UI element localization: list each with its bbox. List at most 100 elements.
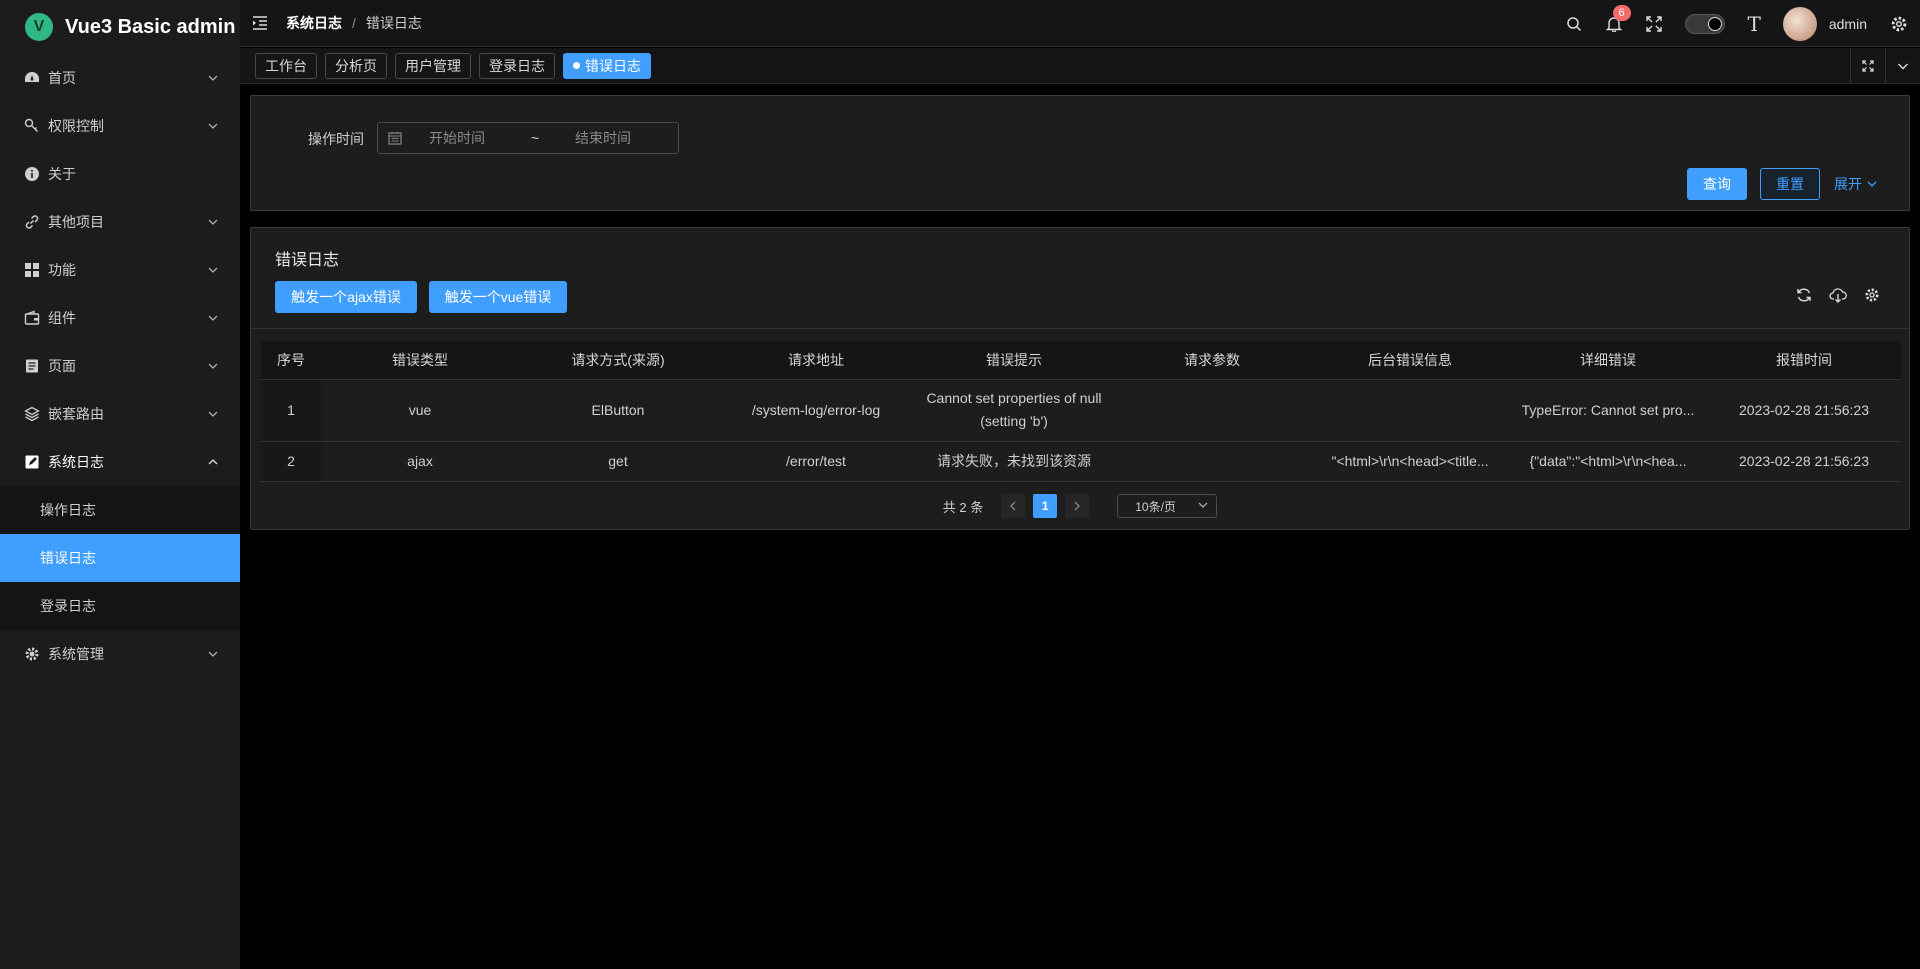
page-size-select[interactable]: 10条/页 [1117, 494, 1218, 518]
start-time-input[interactable]: 开始时间 [429, 128, 529, 148]
refresh-icon[interactable] [1795, 286, 1813, 304]
tab-analysis[interactable]: 分析页 [325, 52, 387, 79]
cell-error-type: vue [321, 379, 519, 442]
tab-workbench[interactable]: 工作台 [255, 52, 317, 79]
chevron-down-icon [208, 409, 218, 419]
sidebar-item-pages[interactable]: 页面 [0, 342, 240, 390]
column-header[interactable]: 请求方式(来源) [519, 341, 717, 380]
sidebar-item-home[interactable]: 首页 [0, 54, 240, 102]
chevron-down-icon [208, 73, 218, 83]
column-header[interactable]: 后台错误信息 [1311, 341, 1509, 380]
page-size-value: 10条/页 [1135, 499, 1176, 514]
cell-request-method: get [519, 441, 717, 482]
calendar-icon [388, 131, 402, 145]
error-log-table-panel: 错误日志 触发一个ajax错误 触发一个vue错误 序号 错误类型 请求方式(来… [250, 227, 1910, 530]
column-header[interactable]: 错误提示 [915, 341, 1113, 380]
trigger-vue-error-button[interactable]: 触发一个vue错误 [429, 281, 567, 313]
table-row[interactable]: 1 vue ElButton /system-log/error-log Can… [261, 379, 1901, 442]
error-log-table: 序号 错误类型 请求方式(来源) 请求地址 错误提示 请求参数 后台错误信息 详… [261, 341, 1901, 482]
cloud-download-icon[interactable] [1829, 286, 1847, 304]
table-row[interactable]: 2 ajax get /error/test 请求失败，未找到该资源 "<htm… [261, 441, 1901, 482]
chevron-down-icon [208, 121, 218, 131]
column-header[interactable]: 序号 [261, 341, 321, 380]
tab-login-log[interactable]: 登录日志 [479, 52, 555, 79]
tab-error-log[interactable]: 错误日志 [563, 52, 651, 79]
key-icon [24, 118, 40, 134]
sidebar-item-system-log[interactable]: 系统日志 [0, 438, 240, 486]
settings-gear-icon[interactable] [1890, 15, 1908, 33]
table-header-row: 序号 错误类型 请求方式(来源) 请求地址 错误提示 请求参数 后台错误信息 详… [261, 341, 1901, 380]
tab-dropdown-chevron-icon[interactable] [1885, 48, 1920, 84]
sidebar-item-nested-routes[interactable]: 嵌套路由 [0, 390, 240, 438]
reset-button[interactable]: 重置 [1760, 168, 1820, 200]
tab-label: 用户管理 [405, 57, 461, 74]
app-logo[interactable]: V Vue3 Basic admin [0, 0, 240, 54]
column-header[interactable]: 详细错误 [1509, 341, 1707, 380]
chevron-down-icon [1198, 500, 1208, 513]
backend-error-text: "<html>\r\n<head><title... [1331, 453, 1489, 469]
sidebar-item-about[interactable]: 关于 [0, 150, 240, 198]
toolbar-divider [251, 328, 1909, 329]
fullscreen-icon[interactable] [1645, 15, 1663, 33]
pagination-total: 共 2 条 [942, 499, 984, 515]
tab-label: 工作台 [265, 57, 307, 74]
breadcrumb: 系统日志 / 错误日志 [286, 13, 422, 33]
cell-index: 2 [261, 441, 321, 482]
expand-label: 展开 [1834, 176, 1862, 192]
sidebar-subitem-operation-log[interactable]: 操作日志 [0, 486, 240, 534]
error-message-text: Cannot set properties of null (setting '… [926, 390, 1102, 429]
page-number-button[interactable]: 1 [1033, 494, 1058, 518]
search-icon[interactable] [1565, 15, 1583, 33]
table-toolbar [1779, 286, 1881, 304]
sidebar-item-label: 组件 [48, 310, 76, 326]
user-name[interactable]: admin [1829, 16, 1867, 32]
dashboard-icon [24, 70, 40, 86]
sidebar-item-label: 权限控制 [48, 118, 104, 134]
page-icon [24, 358, 40, 374]
tab-maximize-icon[interactable] [1850, 48, 1885, 84]
layers-icon [24, 406, 40, 422]
edit-icon [24, 454, 40, 470]
trigger-ajax-error-button[interactable]: 触发一个ajax错误 [275, 281, 417, 313]
sidebar-item-label: 系统日志 [48, 454, 104, 470]
column-header[interactable]: 报错时间 [1707, 341, 1901, 380]
sidebar-subitem-login-log[interactable]: 登录日志 [0, 582, 240, 630]
gear-icon [24, 646, 40, 662]
next-page-button[interactable] [1065, 494, 1090, 518]
tabs-tools [1850, 48, 1920, 84]
date-range-picker[interactable]: 开始时间 ~ 结束时间 [377, 122, 679, 154]
column-settings-icon[interactable] [1863, 286, 1881, 304]
apps-icon [24, 262, 40, 278]
column-header[interactable]: 请求地址 [717, 341, 915, 380]
info-icon [24, 166, 40, 182]
prev-page-button[interactable] [1001, 494, 1026, 518]
expand-button[interactable]: 展开 [1834, 168, 1884, 200]
sidebar-item-system-management[interactable]: 系统管理 [0, 630, 240, 678]
dark-mode-toggle[interactable] [1684, 13, 1725, 34]
chevron-up-icon [208, 457, 218, 467]
cell-error-message: 请求失败，未找到该资源 [915, 441, 1113, 482]
sidebar-item-label: 页面 [48, 358, 76, 374]
search-form-panel: 操作时间 开始时间 ~ 结束时间 查询 重置 展开 [250, 95, 1910, 211]
column-header[interactable]: 请求参数 [1113, 341, 1311, 380]
avatar[interactable] [1782, 6, 1817, 41]
sidebar-subitem-error-log[interactable]: 错误日志 [0, 534, 240, 582]
sidebar-item-permission[interactable]: 权限控制 [0, 102, 240, 150]
sidebar-item-components[interactable]: 组件 [0, 294, 240, 342]
font-size-icon[interactable]: T [1748, 12, 1761, 36]
breadcrumb-item[interactable]: 系统日志 [286, 13, 342, 33]
notification-badge: 6 [1612, 4, 1631, 21]
bell-icon[interactable]: 6 [1605, 4, 1631, 33]
menu-fold-icon[interactable] [252, 15, 268, 31]
sidebar-item-features[interactable]: 功能 [0, 246, 240, 294]
chevron-down-icon [208, 361, 218, 371]
chevron-down-icon [208, 265, 218, 275]
chevron-down-icon [208, 649, 218, 659]
tab-user-management[interactable]: 用户管理 [395, 52, 471, 79]
end-time-input[interactable]: 结束时间 [575, 128, 631, 148]
column-header[interactable]: 错误类型 [321, 341, 519, 380]
header-actions: 6 T admin [1554, 0, 1920, 47]
sidebar-item-label: 其他项目 [48, 214, 104, 230]
sidebar-item-other-projects[interactable]: 其他项目 [0, 198, 240, 246]
query-button[interactable]: 查询 [1687, 168, 1747, 200]
